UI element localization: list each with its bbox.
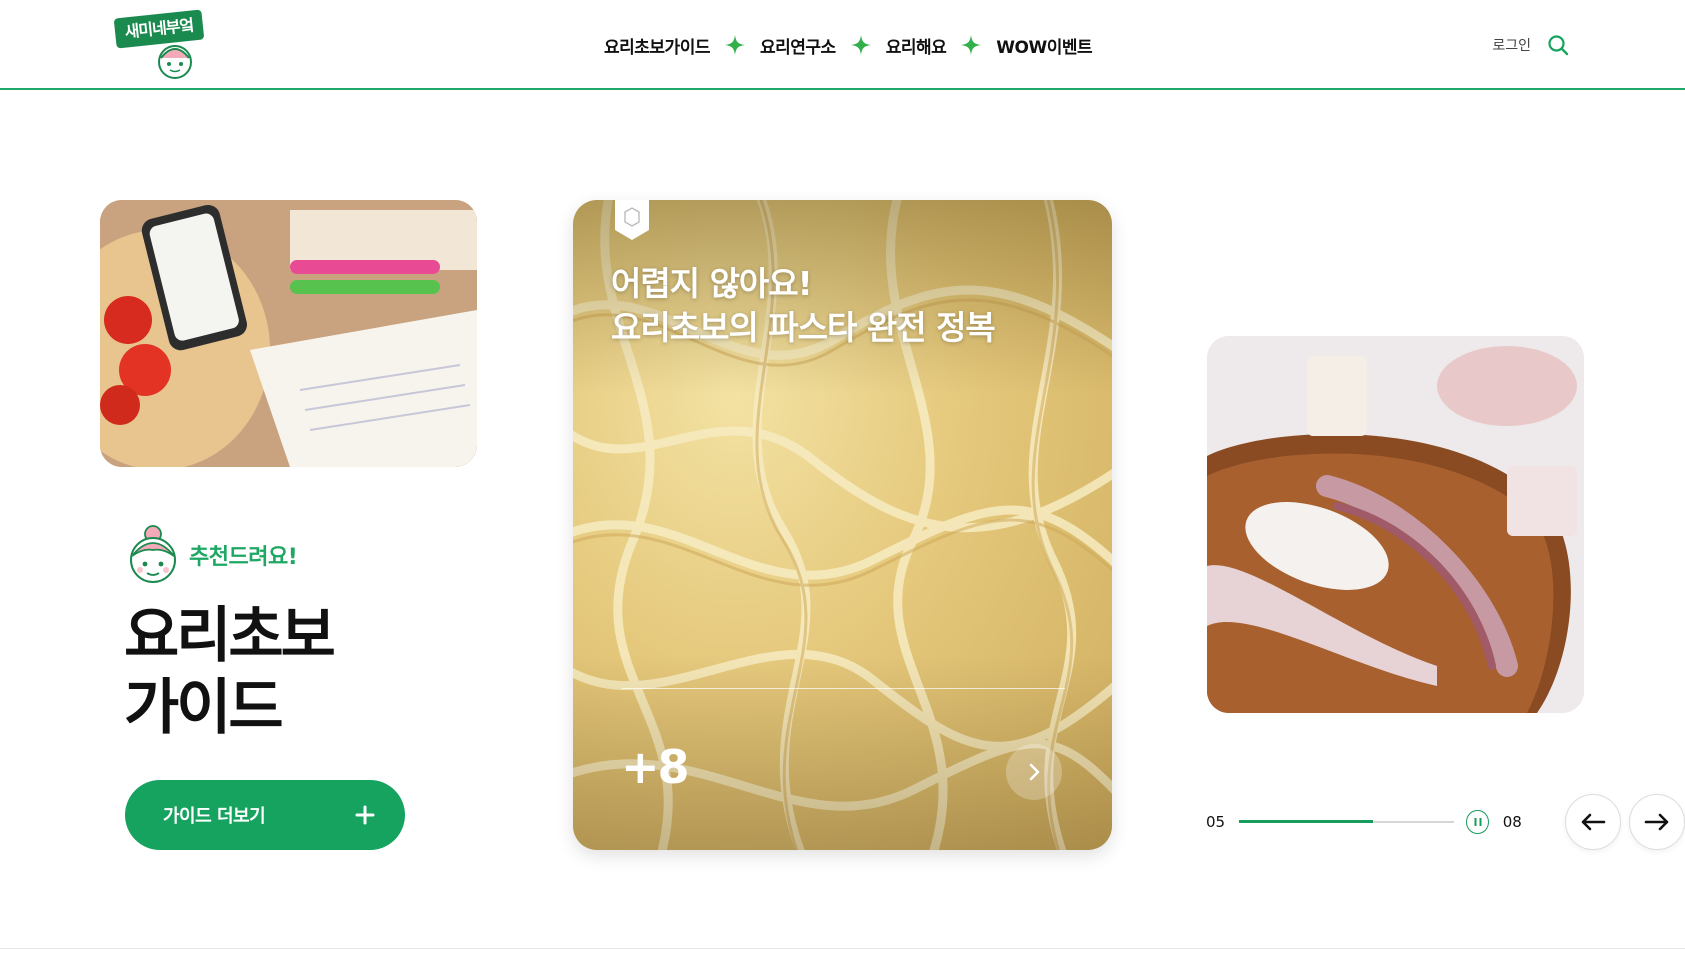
featured-title-line1: 어렵지 않아요! (611, 264, 813, 303)
brand-logo[interactable]: 새미네부엌 (113, 9, 205, 80)
card-next-button[interactable] (1006, 744, 1062, 800)
prev-slide-button[interactable] (1565, 794, 1621, 850)
sparkle-icon (724, 34, 746, 56)
progress-fill (1239, 820, 1373, 823)
site-header: 새미네부엌 요리초보가이드 요리연구소 요리해요 WOW이벤트 로그인 (0, 0, 1685, 90)
pager-current: 05 (1206, 813, 1226, 831)
sparkle-icon (960, 34, 982, 56)
next-slide-button[interactable] (1629, 794, 1685, 850)
pause-icon (1474, 818, 1482, 826)
section-title: 요리초보 가이드 (124, 600, 424, 744)
guide-thumbnail-image[interactable] (100, 200, 477, 467)
slide-pager: 05 08 (1206, 800, 1536, 844)
nav-item-beginner-guide[interactable]: 요리초보가이드 (604, 33, 710, 58)
more-count: +8 (621, 740, 690, 794)
arrow-right-icon (1644, 813, 1669, 831)
page-divider (0, 948, 1685, 949)
section-title-line1: 요리초보 (124, 601, 336, 671)
bookmark-icon[interactable] (615, 200, 649, 240)
sparkle-icon (850, 34, 872, 56)
search-icon[interactable] (1547, 34, 1569, 56)
guide-more-label: 가이드 더보기 (163, 806, 266, 827)
recommend-badge: 추천드려요! (125, 520, 298, 590)
login-link[interactable]: 로그인 (1492, 35, 1531, 55)
chevron-right-icon (1029, 763, 1040, 781)
pause-button[interactable] (1466, 810, 1489, 834)
progress-bar (1239, 820, 1455, 823)
mascot-icon (130, 525, 176, 583)
arrow-left-icon (1581, 813, 1606, 831)
featured-card-title: 어렵지 않아요! 요리초보의 파스타 완전 정복 (611, 262, 1071, 350)
featured-title-line2: 요리초보의 파스타 완전 정복 (611, 308, 996, 347)
guide-more-button[interactable]: 가이드 더보기 (125, 780, 405, 850)
main-nav: 요리초보가이드 요리연구소 요리해요 WOW이벤트 (604, 30, 1093, 60)
section-title-line2: 가이드 (124, 673, 284, 743)
card-divider (622, 688, 1065, 689)
logo-mascot-icon (158, 45, 192, 79)
squid-image[interactable] (1207, 336, 1584, 713)
nav-item-event[interactable]: WOW이벤트 (996, 33, 1092, 58)
recommend-label: 추천드려요! (189, 545, 298, 570)
header-actions: 로그인 (1492, 30, 1569, 60)
pager-total: 08 (1502, 813, 1522, 831)
nav-item-cook[interactable]: 요리해요 (886, 33, 947, 58)
plus-icon (355, 805, 375, 825)
featured-card[interactable]: 어렵지 않아요! 요리초보의 파스타 완전 정복 +8 (573, 200, 1112, 850)
nav-item-lab[interactable]: 요리연구소 (760, 33, 836, 58)
